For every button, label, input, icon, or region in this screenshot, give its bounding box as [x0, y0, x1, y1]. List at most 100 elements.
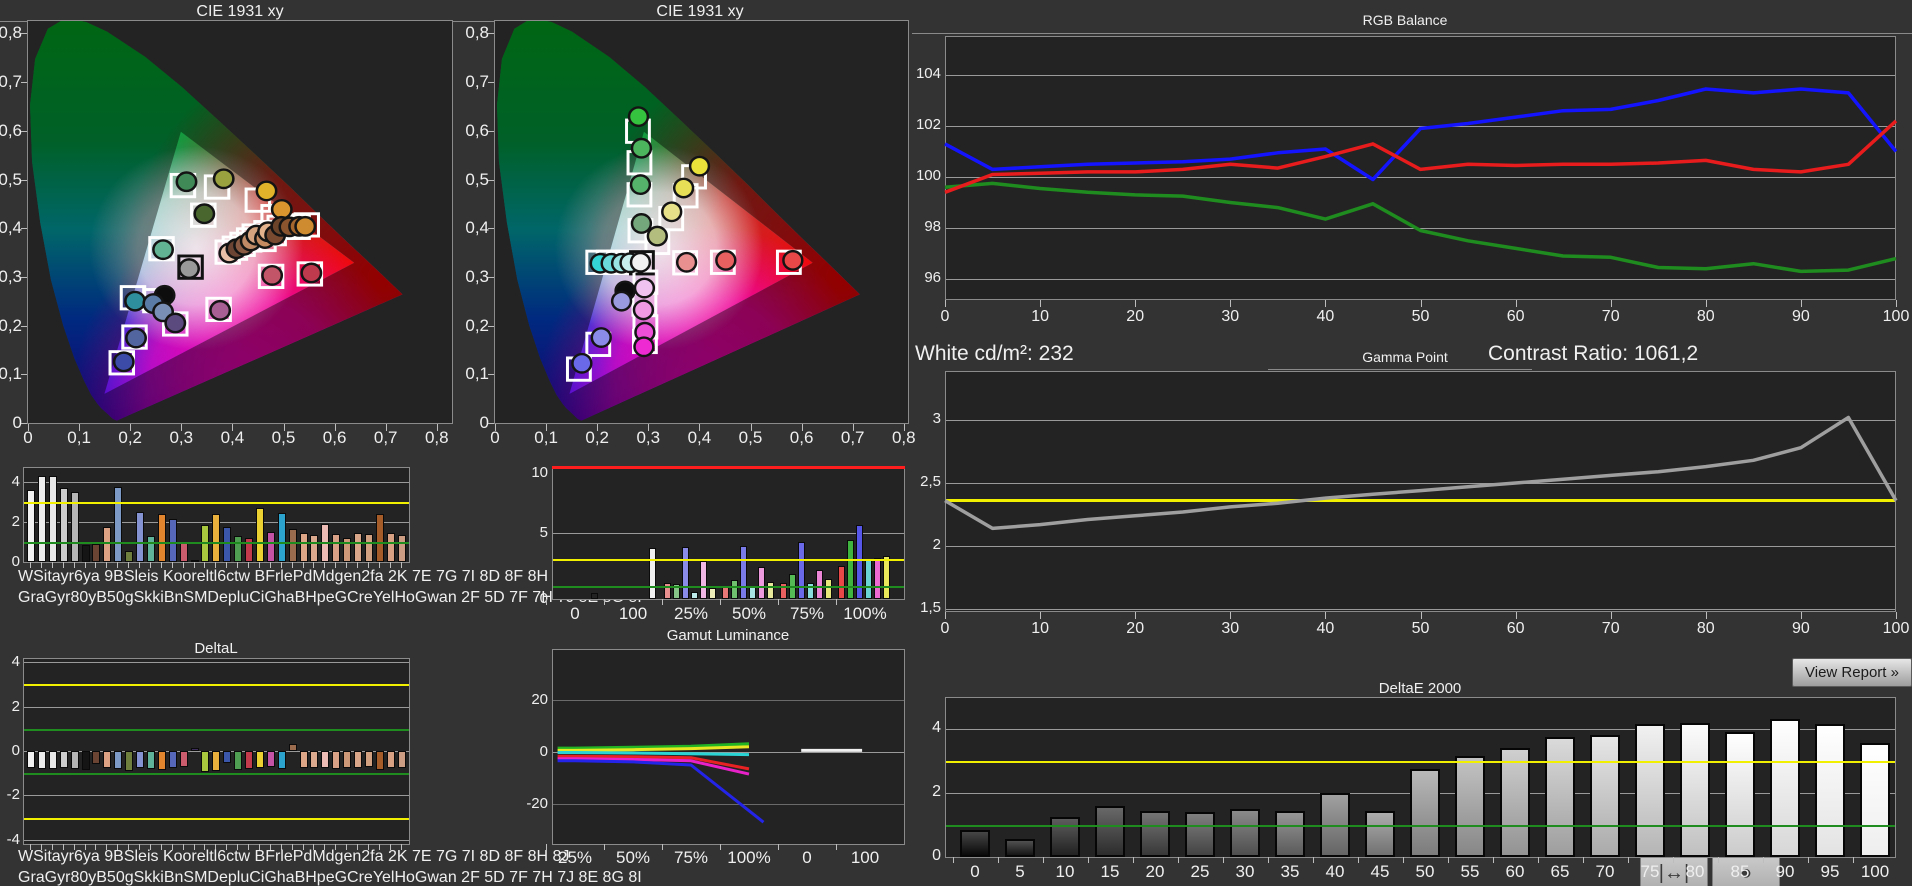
- sat-bar: [749, 587, 756, 599]
- deltae2000-bar: [1815, 724, 1845, 857]
- cc-bar: [256, 508, 264, 562]
- deltal-bar: [27, 751, 35, 768]
- deltal-bar: [376, 751, 384, 770]
- cie1-diagram-y-tickmark: [21, 33, 27, 34]
- cie2-diagram-x-tick: 0,6: [790, 428, 814, 448]
- deltal-title: DeltaL: [194, 640, 237, 657]
- deltae2000-tickmark: [1718, 857, 1719, 863]
- cie1-chart-title: CIE 1931 xy: [196, 3, 283, 21]
- cie1-diagram-x-tickmark: [386, 424, 387, 431]
- sat-bar: [798, 542, 805, 599]
- sat-bar: [731, 580, 738, 599]
- rgb-x-tickmark: [1325, 300, 1326, 307]
- cc-gridline: [24, 482, 409, 483]
- deltal-bar: [354, 751, 362, 768]
- deltal-y-label: 4: [0, 653, 20, 670]
- cc-bar: [92, 544, 100, 562]
- cie2-diagram-x-tickmark: [546, 424, 547, 431]
- cie1-diagram-y-tickmark: [21, 374, 27, 375]
- deltae2000-x-label: 95: [1821, 862, 1840, 882]
- cie2-diagram-x-tick: 0: [490, 428, 499, 448]
- gamut-x-label: 0: [802, 848, 811, 868]
- deltal-yellow-line: [24, 684, 409, 686]
- view-report-button[interactable]: View Report »: [1792, 658, 1912, 687]
- rgb-x-tickmark: [1611, 300, 1612, 307]
- deltal-bar: [310, 751, 318, 768]
- cie2-diagram-x-tickmark: [853, 424, 854, 431]
- sat-red-line: [552, 466, 905, 469]
- gamut-tickmark: [662, 844, 663, 850]
- sat-bar: [709, 588, 716, 599]
- cc-bar: [103, 527, 111, 562]
- rgb-x-label: 40: [1316, 308, 1334, 326]
- cc-bar: [289, 529, 297, 562]
- gamma-x-label: 50: [1412, 620, 1430, 638]
- sat-bar: [816, 570, 823, 599]
- deltae2000-bar: [1230, 809, 1260, 857]
- deltal-bar: [201, 751, 209, 772]
- cie2-diagram-y-tick: 0,5: [434, 170, 489, 190]
- deltal-bar: [191, 748, 199, 751]
- rgb-x-tickmark: [1516, 300, 1517, 307]
- cc-bar: [354, 533, 362, 562]
- rgb-x-label: 70: [1602, 308, 1620, 326]
- deltae2000-tickmark: [1358, 857, 1359, 863]
- cie1-diagram-x-tickmark: [232, 424, 233, 431]
- deltae2000-tickmark: [1583, 857, 1584, 863]
- cie1-diagram: [28, 21, 452, 423]
- cc-bar: [169, 519, 177, 562]
- sat-bar: [649, 548, 656, 599]
- sat-y-label: 10: [518, 464, 548, 481]
- rgb-title-underline: [912, 33, 1912, 34]
- cie1-diagram-y-tickmark: [21, 82, 27, 83]
- sat-bar: [767, 582, 774, 599]
- view-report-label: View Report »: [1805, 664, 1899, 681]
- cie2-diagram-y-tickmark: [488, 82, 494, 83]
- cc-bar: [27, 490, 35, 562]
- cie1-diagram-x-tickmark: [181, 424, 182, 431]
- gamma-x-tickmark: [1801, 612, 1802, 619]
- cie1-diagram-y-tickmark: [21, 277, 27, 278]
- deltae2000-x-label: 25: [1191, 862, 1210, 882]
- cc-green-line: [24, 542, 409, 544]
- rgb-y-label: 104: [903, 65, 941, 82]
- rgb-y-label: 96: [903, 269, 941, 286]
- cie2-diagram-y-tick: 0: [434, 413, 489, 433]
- cie1-diagram-x-tick: 0,3: [169, 428, 193, 448]
- gamut-x-label: 100: [851, 848, 879, 868]
- gamut-y-label: -20: [512, 795, 548, 812]
- deltae2000-x-label: 5: [1015, 862, 1024, 882]
- cc-bar: [147, 536, 155, 562]
- deltal-bar: [278, 751, 286, 769]
- cie1-diagram-x-tick: 0,7: [374, 428, 398, 448]
- cie1-diagram-y-tick: 0,3: [0, 267, 22, 287]
- deltal-bar: [256, 751, 264, 768]
- cc-bar: [267, 532, 275, 562]
- cc-bar: [223, 527, 231, 562]
- cie2-diagram-y-tickmark: [488, 423, 494, 424]
- gamma-x-tickmark: [1325, 612, 1326, 619]
- cc-bar: [180, 542, 188, 562]
- rgb-x-label: 30: [1221, 308, 1239, 326]
- deltae2000-tickmark: [1268, 857, 1269, 863]
- deltae2000-tickmark: [1178, 857, 1179, 863]
- sat-bar: [825, 579, 832, 599]
- sat-tickmark: [662, 599, 663, 605]
- rgb-balance-lines: [945, 36, 1896, 300]
- deltal-y-label: 0: [0, 742, 20, 759]
- deltal-bar: [147, 751, 155, 769]
- deltae2000-x-label: 45: [1371, 862, 1390, 882]
- cie1-diagram-y-tick: 0,5: [0, 170, 22, 190]
- cie2-diagram-y-tickmark: [488, 326, 494, 327]
- cc-bar: [300, 533, 308, 562]
- gamut-tickmark: [836, 844, 837, 850]
- cie2-diagram-y-tick: 0,3: [434, 267, 489, 287]
- sat-bar: [838, 566, 845, 599]
- rgb-balance-title: RGB Balance: [1363, 12, 1448, 28]
- deltae2000-bar: [1455, 756, 1485, 857]
- deltae2000-bar: [1005, 839, 1035, 857]
- sat-tickmark: [836, 599, 837, 605]
- cie1-diagram-y-tick: 0,2: [0, 316, 22, 336]
- rgb-x-tickmark: [1801, 300, 1802, 307]
- deltae2000-x-label: 50: [1416, 862, 1435, 882]
